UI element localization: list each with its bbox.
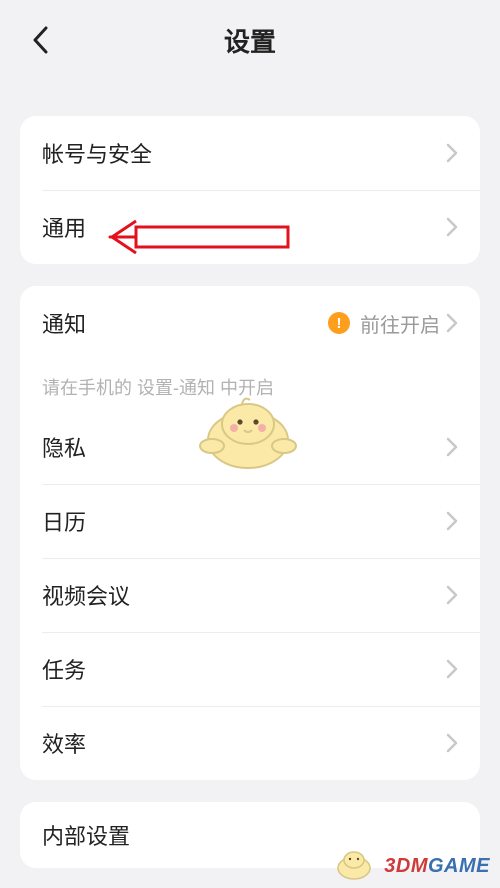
- back-button[interactable]: [20, 20, 60, 60]
- row-label: 任务: [42, 653, 446, 685]
- chevron-right-icon: [446, 733, 458, 753]
- header: 设置: [0, 0, 500, 80]
- row-label: 内部设置: [42, 819, 458, 851]
- page-title: 设置: [224, 22, 276, 59]
- row-value: 前往开启: [360, 309, 440, 338]
- chevron-right-icon: [446, 313, 458, 333]
- row-label: 效率: [42, 727, 446, 759]
- section-account: 帐号与安全 通用: [20, 116, 480, 264]
- row-account-security[interactable]: 帐号与安全: [20, 116, 480, 190]
- row-label: 隐私: [42, 431, 446, 463]
- row-notifications[interactable]: 通知 ! 前往开启: [20, 286, 480, 360]
- row-label: 通用: [42, 211, 446, 243]
- chevron-right-icon: [446, 659, 458, 679]
- warning-icon: !: [328, 312, 350, 334]
- row-calendar[interactable]: 日历: [20, 484, 480, 558]
- notifications-hint: 请在手机的 设置-通知 中开启: [20, 360, 480, 410]
- row-privacy[interactable]: 隐私: [20, 410, 480, 484]
- row-label: 日历: [42, 505, 446, 537]
- row-label: 通知: [42, 307, 328, 339]
- chevron-left-icon: [32, 26, 48, 54]
- chevron-right-icon: [446, 511, 458, 531]
- chevron-right-icon: [446, 143, 458, 163]
- section-notifications: 通知 ! 前往开启 请在手机的 设置-通知 中开启 隐私 日历 视频会议 任务 …: [20, 286, 480, 780]
- row-label: 帐号与安全: [42, 137, 446, 169]
- row-tasks[interactable]: 任务: [20, 632, 480, 706]
- row-efficiency[interactable]: 效率: [20, 706, 480, 780]
- chevron-right-icon: [446, 217, 458, 237]
- row-internal-settings[interactable]: 内部设置: [20, 802, 480, 868]
- section-internal: 内部设置: [20, 802, 480, 868]
- chevron-right-icon: [446, 585, 458, 605]
- chevron-right-icon: [446, 437, 458, 457]
- row-video-conference[interactable]: 视频会议: [20, 558, 480, 632]
- row-general[interactable]: 通用: [20, 190, 480, 264]
- row-label: 视频会议: [42, 579, 446, 611]
